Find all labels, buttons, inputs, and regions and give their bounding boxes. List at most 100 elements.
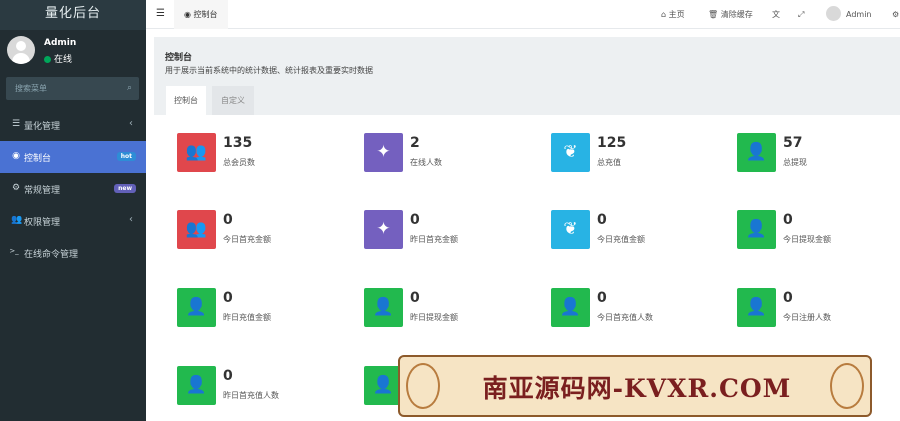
page-description: 用于展示当前系统中的统计数据、统计报表及重要实时数据 — [165, 66, 373, 75]
user-icon: 👤 — [745, 297, 768, 317]
stat-card: 👤 57 总提现 — [737, 133, 900, 175]
user-icon: 👤 — [185, 375, 208, 395]
stat-card: 👤 0 昨日充值金额 — [177, 288, 357, 330]
stat-value: 0 — [783, 212, 793, 228]
ornament-icon — [406, 363, 440, 409]
list-icon: ☰ — [11, 119, 21, 129]
magic-icon: ✦ — [376, 219, 391, 239]
users-icon: 👥 — [11, 215, 23, 225]
app-logo[interactable]: 量化后台 — [0, 0, 146, 30]
stat-icon-box: 👤 — [177, 366, 216, 405]
sidebar-item-general[interactable]: ⚙ 常规管理 new — [0, 173, 146, 205]
user-panel: Admin 在线 — [0, 30, 146, 72]
stat-icon-box: ❦ — [551, 210, 590, 249]
page-header: 控制台 用于展示当前系统中的统计数据、统计报表及重要实时数据 控制台 自定义 — [154, 37, 900, 115]
chevron-left-icon: ‹ — [129, 214, 133, 225]
trash-icon: 🗑 — [708, 10, 721, 19]
top-bar: ☰ ◉ 控制台 ⌂ 主页 🗑 清除缓存 文 ⤢ Admin ⚙ — [146, 0, 900, 29]
stat-card: 👤 0 今日首充值人数 — [551, 288, 731, 330]
user-icon: 👤 — [559, 297, 582, 317]
page-title: 控制台 — [165, 53, 193, 63]
stat-value: 0 — [410, 290, 420, 306]
stat-card: 👤 0 昨日提现金额 — [364, 288, 544, 330]
stat-icon-box: 👤 — [737, 288, 776, 327]
stat-label: 昨日提现金额 — [410, 313, 458, 322]
home-link[interactable]: ⌂ 主页 — [661, 0, 685, 29]
stat-label: 今日首充金额 — [223, 235, 271, 244]
stat-icon-box: ✦ — [364, 133, 403, 172]
online-dot-icon — [44, 56, 51, 63]
cogs-icon: ⚙ — [11, 183, 21, 193]
dashboard-icon: ◉ — [12, 151, 20, 161]
stat-value: 2 — [410, 135, 420, 151]
user-icon: 👤 — [745, 219, 768, 239]
stat-label: 在线人数 — [410, 158, 442, 167]
stat-icon-box: 👤 — [737, 210, 776, 249]
stat-icon-box: 👤 — [364, 288, 403, 327]
stat-card: 👥 135 总会员数 — [177, 133, 357, 175]
tab-custom[interactable]: 自定义 — [212, 86, 254, 115]
stat-value: 135 — [223, 135, 253, 151]
stat-value: 125 — [597, 135, 627, 151]
hot-badge: hot — [116, 152, 136, 161]
stat-card: 👥 0 今日首充金额 — [177, 210, 357, 252]
sidebar-item-dashboard[interactable]: ◉ 控制台 hot — [0, 141, 146, 173]
ornament-icon — [830, 363, 864, 409]
gear-icon[interactable]: ⚙ — [892, 0, 899, 29]
stat-value: 0 — [223, 212, 233, 228]
stat-icon-box: 👤 — [177, 288, 216, 327]
stat-label: 总提现 — [783, 158, 807, 167]
new-badge: new — [114, 184, 136, 193]
language-icon[interactable]: 文 — [772, 0, 780, 29]
stat-icon-box: 👤 — [737, 133, 776, 172]
stat-label: 今日首充值人数 — [597, 313, 653, 322]
sidebar-menu: ☰ 量化管理 ‹ ◉ 控制台 hot ⚙ 常规管理 new 👥 权限管理 ‹ >… — [0, 109, 146, 269]
clear-cache-button[interactable]: 🗑 清除缓存 — [708, 0, 753, 29]
sidebar-search[interactable]: 搜索菜单 ⌕ — [6, 77, 139, 100]
stat-card: ❦ 0 今日充值金额 — [551, 210, 731, 252]
dashboard-icon: ◉ — [184, 10, 194, 19]
stat-card: ❦ 125 总充值 — [551, 133, 731, 175]
tab-dashboard[interactable]: ◉ 控制台 — [174, 0, 228, 29]
stat-value: 0 — [597, 290, 607, 306]
watermark-banner: 南亚源码网-KVXR.COM — [398, 355, 872, 417]
avatar — [826, 6, 841, 21]
stat-label: 昨日充值金额 — [223, 313, 271, 322]
search-icon[interactable]: ⌕ — [127, 83, 132, 93]
fullscreen-icon[interactable]: ⤢ — [798, 0, 804, 29]
stat-label: 总充值 — [597, 158, 621, 167]
tab-console[interactable]: 控制台 — [166, 86, 206, 115]
sidebar-item-permissions[interactable]: 👥 权限管理 ‹ — [0, 205, 146, 237]
user-icon: 👤 — [185, 297, 208, 317]
menu-toggle-icon[interactable]: ☰ — [156, 8, 165, 19]
terminal-icon: >_ — [9, 247, 19, 255]
leaf-icon: ❦ — [563, 142, 578, 162]
sidebar: 量化后台 Admin 在线 搜索菜单 ⌕ ☰ 量化管理 ‹ ◉ 控制台 hot … — [0, 0, 146, 421]
watermark-text: 南亚源码网-KVXR.COM — [482, 374, 792, 403]
stat-icon-box: ✦ — [364, 210, 403, 249]
stat-label: 今日充值金额 — [597, 235, 645, 244]
stat-icon-box: 👤 — [551, 288, 590, 327]
sidebar-item-quant[interactable]: ☰ 量化管理 ‹ — [0, 109, 146, 141]
home-icon: ⌂ — [661, 10, 669, 19]
leaf-icon: ❦ — [563, 219, 578, 239]
sidebar-item-command[interactable]: >_ 在线命令管理 — [0, 237, 146, 269]
stat-value: 57 — [783, 135, 803, 151]
stat-label: 昨日首充金额 — [410, 235, 458, 244]
search-input[interactable]: 搜索菜单 — [15, 83, 47, 94]
stat-card: ✦ 0 昨日首充金额 — [364, 210, 544, 252]
stat-card: 👤 0 昨日首充值人数 — [177, 366, 357, 408]
user-menu[interactable]: Admin — [826, 0, 872, 29]
stat-card: ✦ 2 在线人数 — [364, 133, 544, 175]
users-icon: 👥 — [185, 142, 208, 162]
stat-label: 总会员数 — [223, 158, 255, 167]
stat-label: 今日注册人数 — [783, 313, 831, 322]
avatar — [7, 36, 35, 64]
user-icon: 👤 — [372, 297, 395, 317]
user-icon: 👤 — [745, 142, 768, 162]
stat-label: 昨日首充值人数 — [223, 391, 279, 400]
stat-value: 0 — [223, 290, 233, 306]
users-icon: 👥 — [185, 219, 208, 239]
stat-icon-box: 👥 — [177, 210, 216, 249]
stat-icon-box: 👥 — [177, 133, 216, 172]
